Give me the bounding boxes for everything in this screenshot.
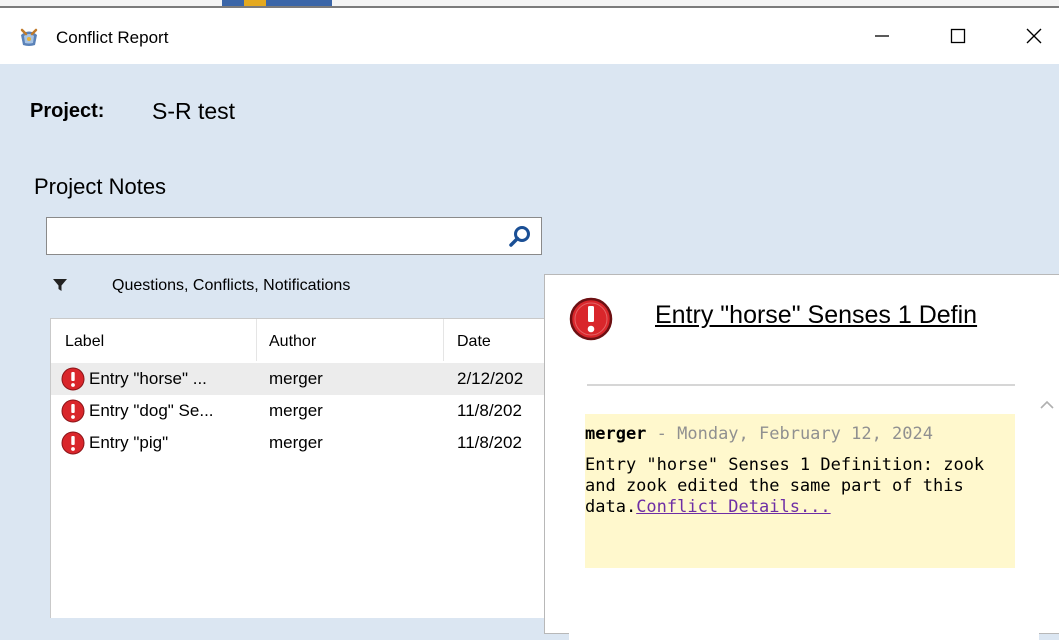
row-label: Entry "horse" ... [89, 369, 207, 388]
message-date: - Monday, February 12, 2024 [646, 424, 933, 444]
minimize-button[interactable] [858, 16, 906, 56]
row-date: 2/12/202 [457, 369, 524, 388]
conflict-details-link[interactable]: Conflict Details... [636, 497, 830, 517]
column-divider[interactable] [443, 319, 444, 361]
main-content: Project: S-R test Project Notes Question… [0, 64, 1059, 640]
table-row[interactable]: Entry "horse" ... merger 2/12/202 [51, 363, 545, 395]
background-taskbar-strip [0, 0, 1059, 8]
message-author: merger [585, 424, 647, 444]
project-notes-heading: Project Notes [34, 174, 167, 199]
table-row[interactable]: Entry "dog" Se... merger 11/8/202 [51, 395, 545, 427]
maximize-icon [950, 28, 966, 44]
row-author: merger [269, 433, 323, 452]
table-row[interactable]: Entry "pig" merger 11/8/202 [51, 427, 545, 459]
row-date: 11/8/202 [457, 401, 522, 420]
message-area[interactable]: merger - Monday, February 12, 2024 Entry… [569, 370, 1039, 640]
row-label: Entry "dog" Se... [89, 401, 214, 420]
column-header-author[interactable]: Author [269, 333, 316, 351]
note-title-link[interactable]: Entry "horse" Senses 1 Defin [655, 301, 977, 330]
chevron-up-icon[interactable] [1037, 395, 1057, 415]
note-detail-panel: Entry "horse" Senses 1 Defin merger - Mo… [544, 274, 1059, 640]
message-box: merger - Monday, February 12, 2024 Entry… [585, 414, 1015, 568]
row-date: 11/8/202 [457, 433, 522, 452]
filter-icon[interactable] [52, 277, 68, 293]
list-header: Label Author Date [51, 319, 545, 361]
search-input[interactable] [46, 217, 542, 255]
close-icon [1026, 28, 1042, 44]
message-body-container: Entry "horse" Senses 1 Definition: zook … [585, 455, 1015, 518]
conflict-icon [569, 297, 613, 341]
column-header-date[interactable]: Date [457, 333, 491, 351]
row-label: Entry "pig" [89, 433, 169, 452]
column-divider[interactable] [256, 319, 257, 361]
column-header-label[interactable]: Label [65, 333, 104, 351]
conflict-icon [61, 399, 85, 423]
project-label: Project: [30, 100, 105, 122]
notes-list[interactable]: Label Author Date Entry "horse" ... merg… [50, 318, 546, 618]
app-icon [20, 28, 38, 46]
search-icon[interactable] [507, 224, 533, 250]
filter-label[interactable]: Questions, Conflicts, Notifications [112, 277, 350, 295]
row-author: merger [269, 369, 323, 388]
window-title: Conflict Report [56, 28, 169, 47]
minimize-icon [875, 35, 889, 37]
title-bar: Conflict Report [0, 8, 1059, 64]
row-author: merger [269, 401, 323, 420]
maximize-button[interactable] [934, 16, 982, 56]
project-name: S-R test [152, 98, 236, 124]
conflict-icon [61, 367, 85, 391]
separator [587, 384, 1015, 386]
conflict-icon [61, 431, 85, 455]
close-button[interactable] [1010, 16, 1058, 56]
